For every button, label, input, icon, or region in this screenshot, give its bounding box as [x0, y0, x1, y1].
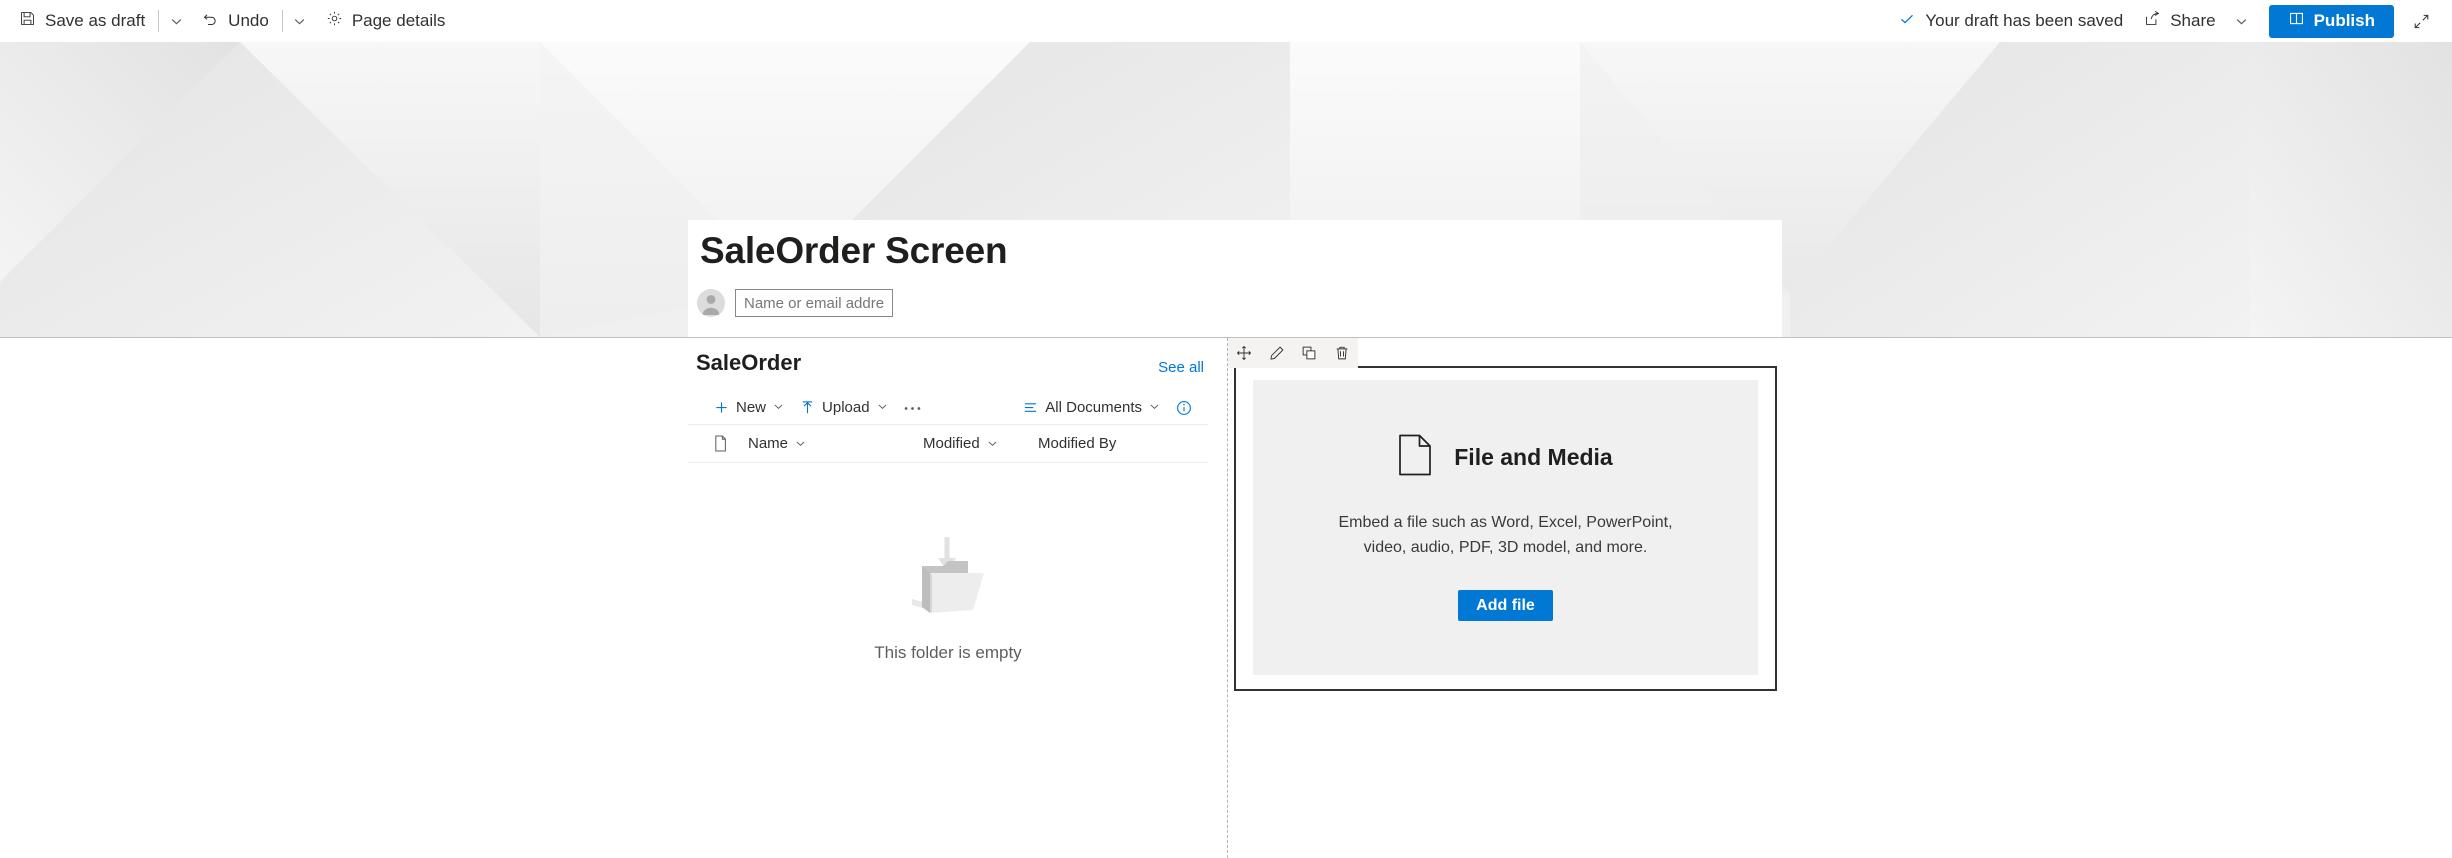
view-selector-label: All Documents: [1045, 399, 1142, 416]
publish-label: Publish: [2313, 11, 2375, 30]
draft-saved-status: Your draft has been saved: [1889, 11, 2133, 32]
avatar: [697, 289, 725, 317]
command-bar-right-group: Your draft has been saved Share Publish: [1889, 4, 2452, 38]
file-and-media-description: Embed a file such as Word, Excel, PowerP…: [1338, 513, 1673, 556]
see-all-link[interactable]: See all: [1158, 359, 1204, 376]
command-bar-left-group: Save as draft Undo Page details: [0, 4, 456, 38]
file-and-media-heading: File and Media: [1398, 434, 1613, 481]
undo-icon: [202, 10, 219, 32]
upload-icon: [800, 400, 815, 415]
chevron-down-icon: [1149, 399, 1160, 416]
edit-webpart-icon[interactable]: [1263, 339, 1291, 367]
column-header-modified-by[interactable]: Modified By: [1038, 435, 1138, 452]
column-header-modified[interactable]: Modified: [923, 435, 1038, 452]
save-as-draft-button[interactable]: Save as draft: [8, 4, 156, 38]
share-icon: [2144, 10, 2161, 32]
document-library-column-headers: Name Modified Modified By: [688, 425, 1208, 463]
document-library-webpart[interactable]: SaleOrder See all New Upload All Documen…: [688, 350, 1208, 663]
delete-webpart-icon[interactable]: [1328, 339, 1356, 367]
save-options-chevron[interactable]: [161, 4, 191, 38]
new-button[interactable]: New: [706, 393, 792, 423]
column-header-modified-by-label: Modified By: [1038, 435, 1117, 452]
column-header-filetype[interactable]: [706, 435, 748, 452]
info-icon[interactable]: [1168, 393, 1200, 423]
gear-icon: [326, 10, 343, 32]
file-and-media-webpart[interactable]: File and Media Embed a file such as Word…: [1234, 366, 1777, 691]
chevron-down-icon: [988, 441, 997, 447]
share-options-chevron[interactable]: [2227, 4, 2257, 38]
file-and-media-placeholder: File and Media Embed a file such as Word…: [1253, 380, 1758, 675]
undo-label: Undo: [228, 11, 269, 30]
undo-options-chevron[interactable]: [285, 4, 315, 38]
publish-icon: [2288, 10, 2305, 32]
new-label: New: [736, 399, 767, 416]
author-people-picker-input[interactable]: [735, 289, 893, 317]
section-column-divider: [1227, 338, 1228, 858]
document-library-header: SaleOrder See all: [688, 350, 1208, 376]
page-canvas: SaleOrder See all New Upload All Documen…: [0, 338, 2452, 858]
file-icon: [1398, 434, 1432, 481]
checkmark-icon: [1899, 11, 1915, 32]
empty-folder-message: This folder is empty: [874, 643, 1022, 662]
more-commands-button[interactable]: [896, 393, 929, 423]
column-header-modified-label: Modified: [923, 435, 980, 452]
ellipsis-icon: [904, 399, 921, 416]
column-header-name[interactable]: Name: [748, 435, 923, 452]
chevron-down-icon: [877, 399, 888, 416]
file-and-media-title: File and Media: [1454, 443, 1613, 470]
duplicate-webpart-icon[interactable]: [1295, 339, 1323, 367]
chevron-down-icon: [796, 441, 805, 447]
move-webpart-icon[interactable]: [1230, 339, 1258, 367]
person-icon: [697, 289, 725, 317]
page-author-row: [697, 289, 893, 317]
upload-button[interactable]: Upload: [792, 393, 896, 423]
plus-icon: [714, 400, 729, 415]
divider: [281, 10, 283, 32]
share-button[interactable]: Share: [2133, 4, 2226, 38]
column-header-name-label: Name: [748, 435, 789, 452]
sharepoint-page-editor: Save as draft Undo Page details Your dra…: [0, 0, 2452, 858]
hero-bottom-divider: [0, 337, 2452, 338]
list-view-icon: [1023, 400, 1038, 415]
publish-button[interactable]: Publish: [2268, 4, 2394, 38]
webpart-toolbar: [1228, 338, 1358, 368]
save-icon: [19, 10, 36, 32]
empty-folder-icon: [912, 537, 984, 613]
upload-label: Upload: [822, 399, 870, 416]
empty-folder-state: This folder is empty: [688, 533, 1208, 663]
undo-button[interactable]: Undo: [191, 4, 280, 38]
document-library-title: SaleOrder: [696, 350, 802, 375]
view-selector-button[interactable]: All Documents: [1015, 393, 1168, 423]
top-command-bar: Save as draft Undo Page details Your dra…: [0, 0, 2452, 42]
document-library-view-group: All Documents: [1015, 393, 1208, 423]
add-file-button[interactable]: Add file: [1458, 590, 1553, 622]
document-library-command-bar: New Upload All Documents: [688, 391, 1208, 425]
chevron-down-icon: [773, 399, 784, 416]
draft-saved-label: Your draft has been saved: [1925, 11, 2124, 30]
page-details-label: Page details: [351, 11, 446, 30]
page-details-button[interactable]: Page details: [315, 4, 457, 38]
divider: [158, 10, 160, 32]
save-as-draft-label: Save as draft: [45, 11, 146, 30]
share-label: Share: [2170, 11, 2216, 30]
expand-icon[interactable]: [2404, 4, 2438, 38]
page-title: SaleOrder Screen: [700, 230, 1008, 271]
